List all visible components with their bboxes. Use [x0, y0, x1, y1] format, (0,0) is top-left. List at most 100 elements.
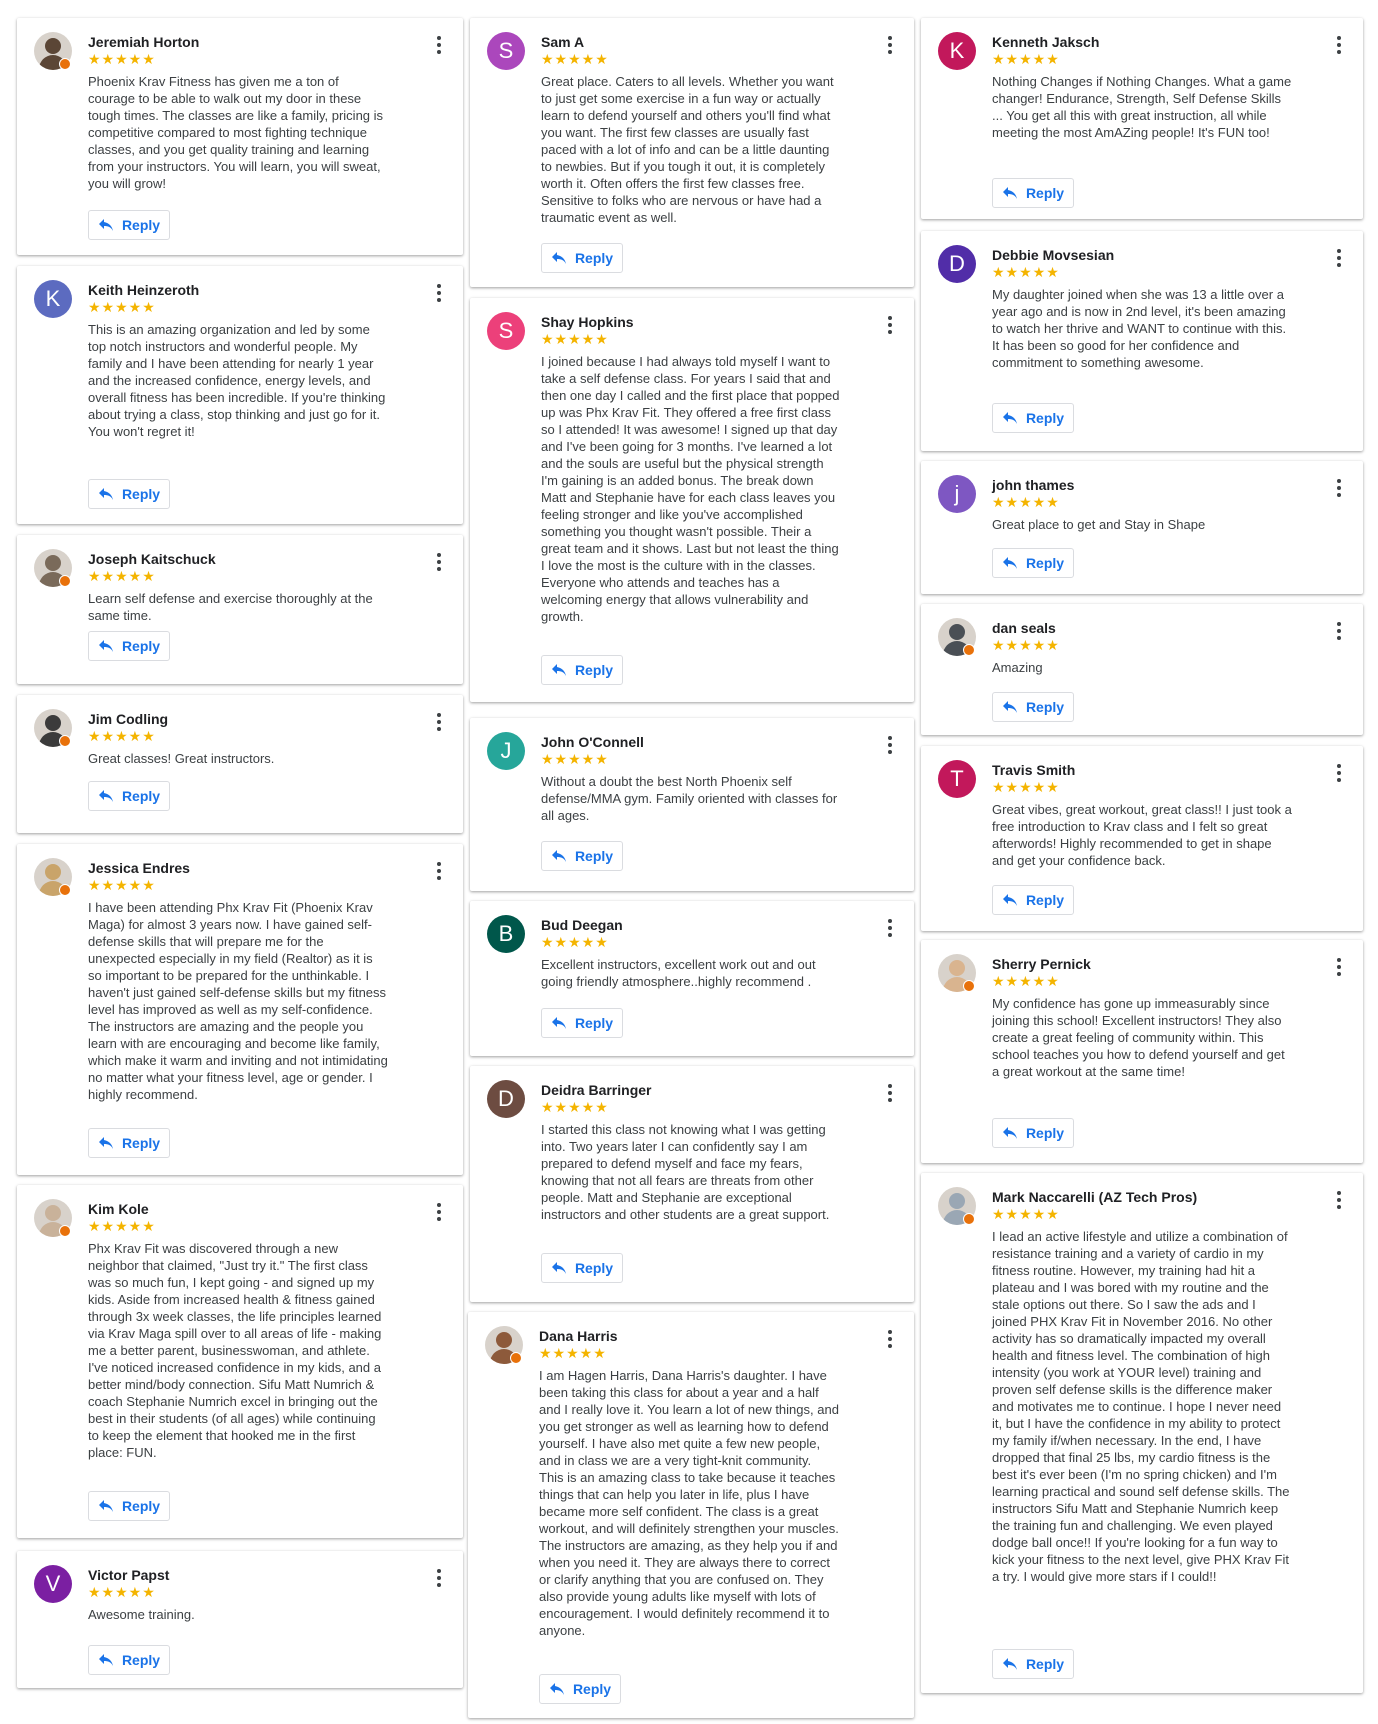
review-text: Learn self defense and exercise thorough… — [88, 591, 373, 623]
reviewer-avatar[interactable]: j — [938, 475, 976, 513]
reply-button[interactable]: Reply — [541, 655, 623, 685]
reviewer-avatar[interactable]: S — [487, 32, 525, 70]
reviewer-name[interactable]: Debbie Movsesian — [992, 247, 1114, 263]
review-card: K Kenneth Jaksch ★★★★★ Nothing Changes i… — [921, 18, 1363, 219]
reviewer-avatar[interactable]: D — [938, 245, 976, 283]
reply-arrow-icon — [551, 252, 566, 264]
reply-button[interactable]: Reply — [992, 1649, 1074, 1679]
reply-button[interactable]: Reply — [88, 1491, 170, 1521]
more-options-icon[interactable] — [431, 860, 447, 882]
more-options-icon[interactable] — [431, 711, 447, 733]
reviewer-name[interactable]: john thames — [992, 477, 1074, 493]
star-rating: ★★★★★ — [541, 934, 609, 950]
reply-button[interactable]: Reply — [541, 243, 623, 273]
review-card: Joseph Kaitschuck ★★★★★ Learn self defen… — [17, 535, 463, 684]
reviewer-name[interactable]: Joseph Kaitschuck — [88, 551, 216, 567]
reviewer-name[interactable]: Kenneth Jaksch — [992, 34, 1099, 50]
star-rating: ★★★★★ — [541, 51, 609, 67]
avatar-head-shape — [496, 1332, 512, 1348]
reviewer-name[interactable]: John O'Connell — [541, 734, 644, 750]
more-options-icon[interactable] — [1331, 620, 1347, 642]
reply-button[interactable]: Reply — [88, 479, 170, 509]
reviewer-name[interactable]: Jessica Endres — [88, 860, 190, 876]
more-options-icon[interactable] — [431, 1567, 447, 1589]
reviewer-avatar[interactable]: D — [487, 1080, 525, 1118]
reply-button[interactable]: Reply — [992, 885, 1074, 915]
reviewer-name[interactable]: Sam A — [541, 34, 584, 50]
reviewer-name[interactable]: Jeremiah Horton — [88, 34, 199, 50]
reply-label: Reply — [121, 788, 161, 804]
more-options-icon[interactable] — [882, 917, 898, 939]
more-options-icon[interactable] — [431, 282, 447, 304]
review-text: Amazing — [992, 660, 1043, 675]
reviewer-name[interactable]: Travis Smith — [992, 762, 1075, 778]
reply-button[interactable]: Reply — [88, 1645, 170, 1675]
review-card: V Victor Papst ★★★★★ Awesome training. R… — [17, 1551, 463, 1688]
reviewer-avatar[interactable]: S — [487, 312, 525, 350]
more-options-icon[interactable] — [1331, 762, 1347, 784]
reply-button[interactable]: Reply — [88, 631, 170, 661]
reviewer-name[interactable]: Kim Kole — [88, 1201, 149, 1217]
reviewer-avatar[interactable]: V — [34, 1565, 72, 1603]
reply-label: Reply — [121, 486, 161, 502]
reviewer-name[interactable]: Dana Harris — [539, 1328, 618, 1344]
review-text: Awesome training. — [88, 1607, 195, 1622]
reviewer-name[interactable]: Shay Hopkins — [541, 314, 634, 330]
reviewer-avatar[interactable]: J — [487, 732, 525, 770]
reply-button[interactable]: Reply — [88, 1128, 170, 1158]
reply-button[interactable]: Reply — [992, 548, 1074, 578]
reviewer-avatar[interactable]: K — [34, 280, 72, 318]
reply-button[interactable]: Reply — [992, 178, 1074, 208]
reviewer-name[interactable]: Mark Naccarelli (AZ Tech Pros) — [992, 1189, 1197, 1205]
more-options-icon[interactable] — [882, 34, 898, 56]
reviewer-name[interactable]: Bud Deegan — [541, 917, 623, 933]
reply-button[interactable]: Reply — [88, 781, 170, 811]
reply-button[interactable]: Reply — [541, 1008, 623, 1038]
star-rating: ★★★★★ — [88, 51, 156, 67]
more-options-icon[interactable] — [1331, 247, 1347, 269]
star-rating: ★★★★★ — [992, 637, 1060, 653]
reviewer-avatar[interactable]: K — [938, 32, 976, 70]
review-card: Sherry Pernick ★★★★★ My confidence has g… — [921, 940, 1363, 1163]
local-guide-badge-icon — [59, 735, 71, 747]
more-options-icon[interactable] — [882, 314, 898, 336]
reviewer-avatar[interactable]: T — [938, 760, 976, 798]
star-rating: ★★★★★ — [539, 1345, 607, 1361]
more-options-icon[interactable] — [431, 1201, 447, 1223]
review-text: Excellent instructors, excellent work ou… — [541, 957, 816, 989]
more-options-icon[interactable] — [1331, 956, 1347, 978]
more-options-icon[interactable] — [882, 1328, 898, 1350]
reply-button[interactable]: Reply — [541, 1253, 623, 1283]
more-options-icon[interactable] — [882, 734, 898, 756]
more-options-icon[interactable] — [1331, 34, 1347, 56]
star-rating: ★★★★★ — [541, 1099, 609, 1115]
reply-label: Reply — [1025, 185, 1065, 201]
review-text: Phx Krav Fit was discovered through a ne… — [88, 1241, 382, 1460]
reply-label: Reply — [1025, 410, 1065, 426]
more-options-icon[interactable] — [882, 1082, 898, 1104]
reply-button[interactable]: Reply — [992, 692, 1074, 722]
reviewer-avatar[interactable]: B — [487, 915, 525, 953]
review-text: Great place. Caters to all levels. Wheth… — [541, 74, 834, 225]
more-options-icon[interactable] — [431, 551, 447, 573]
more-options-icon[interactable] — [1331, 477, 1347, 499]
reviewer-name[interactable]: Sherry Pernick — [992, 956, 1091, 972]
reply-arrow-icon — [551, 850, 566, 862]
star-rating: ★★★★★ — [992, 1206, 1060, 1222]
reviewer-name[interactable]: Jim Codling — [88, 711, 168, 727]
reviewer-name[interactable]: Keith Heinzeroth — [88, 282, 199, 298]
local-guide-badge-icon — [59, 1225, 71, 1237]
star-rating: ★★★★★ — [992, 494, 1060, 510]
reviewer-name[interactable]: Victor Papst — [88, 1567, 169, 1583]
reply-button[interactable]: Reply — [88, 210, 170, 240]
star-rating: ★★★★★ — [541, 331, 609, 347]
reply-button[interactable]: Reply — [992, 403, 1074, 433]
more-options-icon[interactable] — [431, 34, 447, 56]
reviewer-name[interactable]: dan seals — [992, 620, 1056, 636]
reply-button[interactable]: Reply — [539, 1674, 621, 1704]
reply-button[interactable]: Reply — [541, 841, 623, 871]
more-options-icon[interactable] — [1331, 1189, 1347, 1211]
reply-button[interactable]: Reply — [992, 1118, 1074, 1148]
local-guide-badge-icon — [510, 1352, 522, 1364]
reviewer-name[interactable]: Deidra Barringer — [541, 1082, 651, 1098]
